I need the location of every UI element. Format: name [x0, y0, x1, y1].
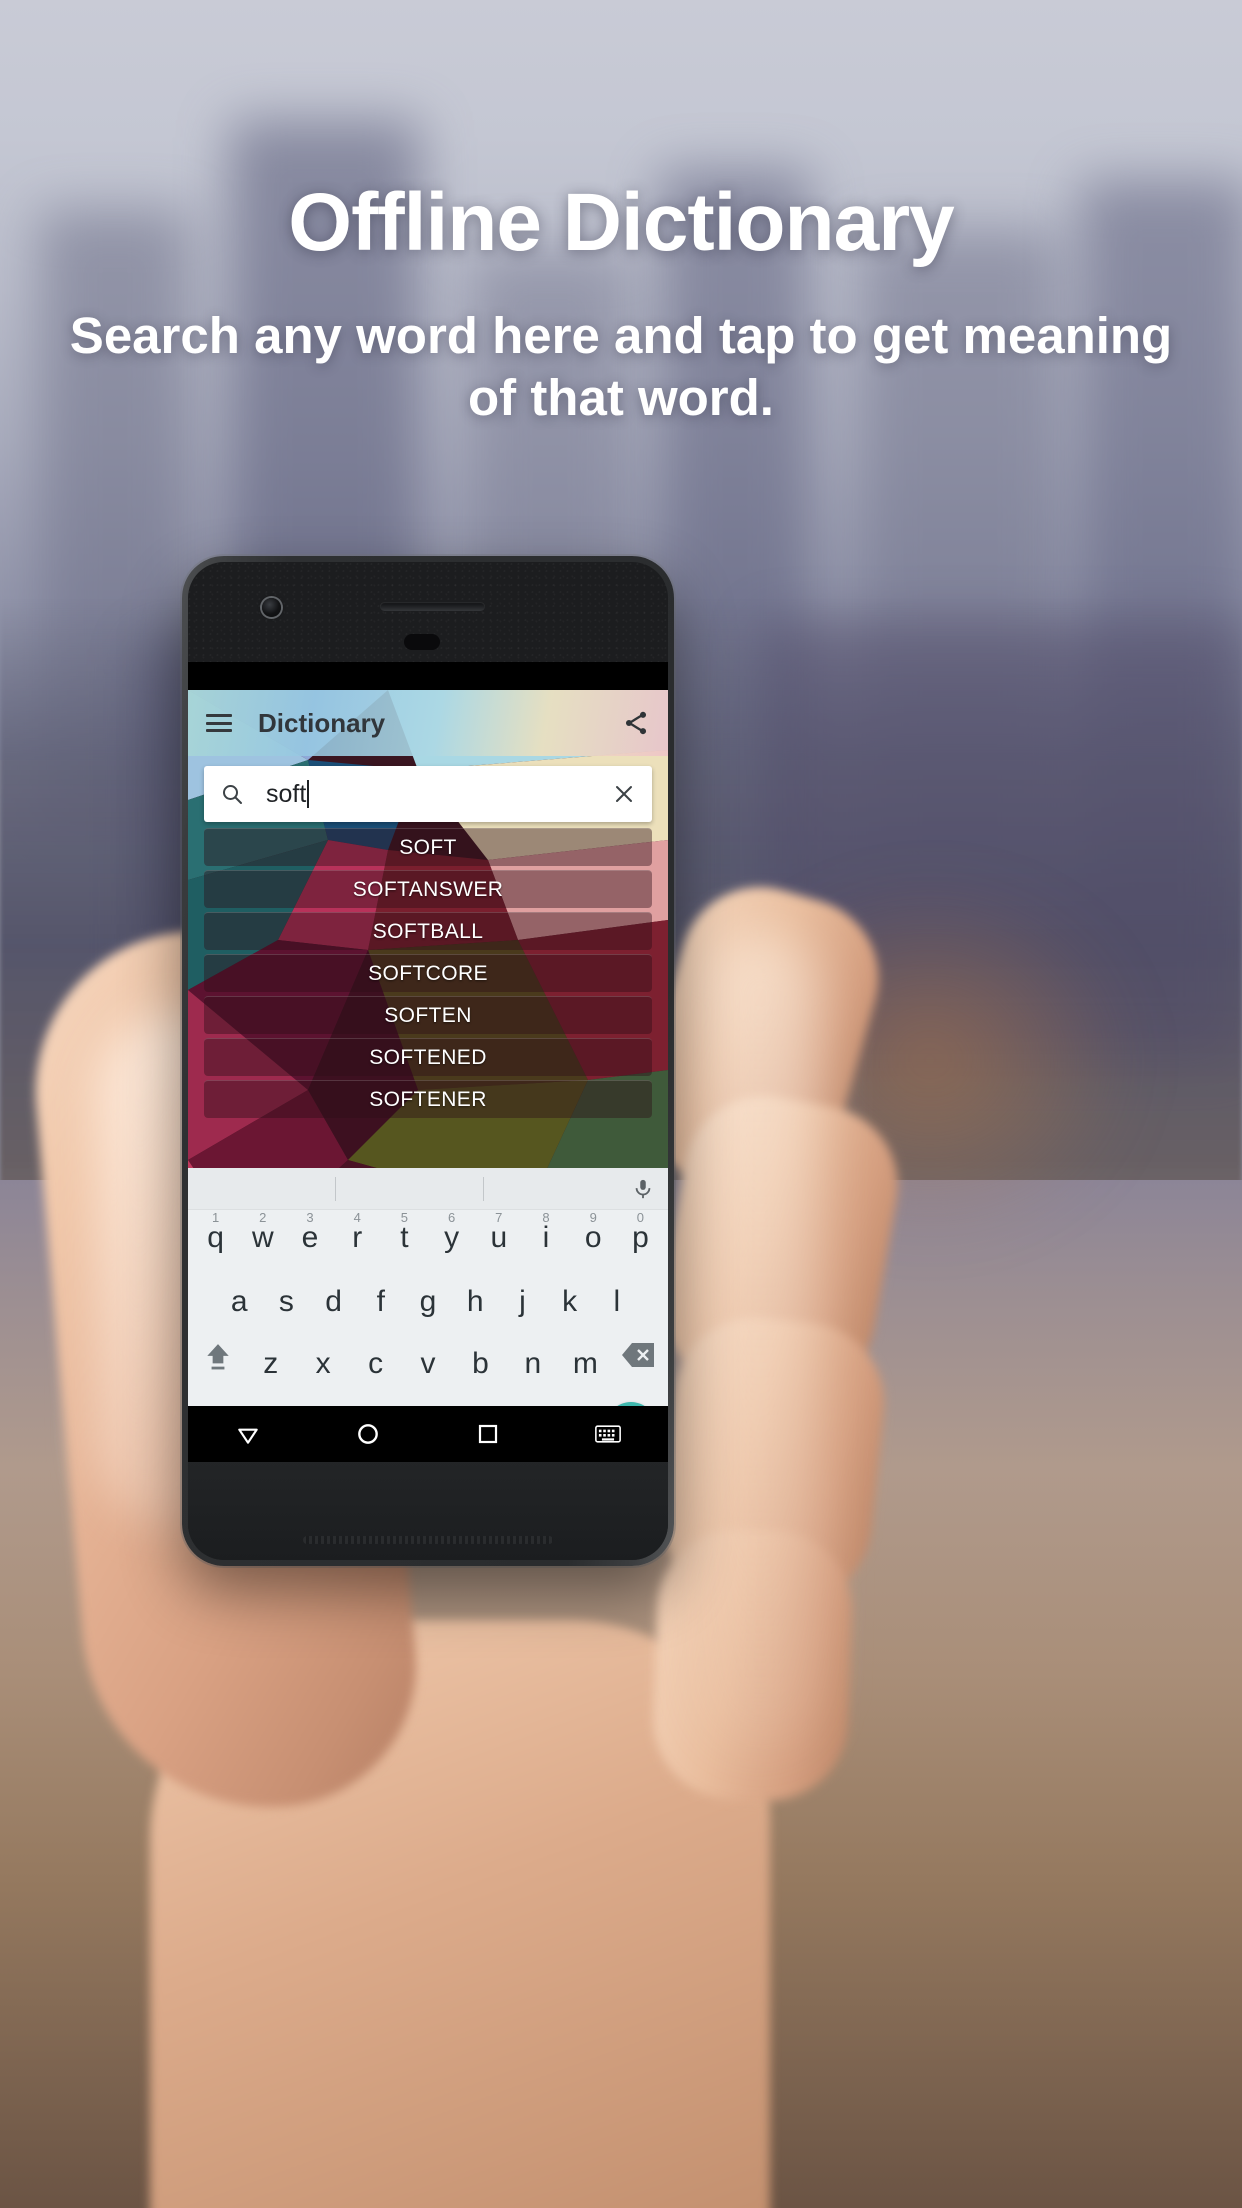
- keyboard-row-1: 1q 2w 3e 4r 5t 6y 7u 8i 9o 0p: [188, 1210, 668, 1272]
- home-glyph-icon: [358, 1424, 378, 1444]
- key-y[interactable]: 6y: [428, 1211, 475, 1260]
- key-l[interactable]: l: [593, 1280, 640, 1324]
- list-item[interactable]: SOFTCORE: [204, 954, 652, 992]
- key-u[interactable]: 7u: [475, 1211, 522, 1260]
- keyboard-icon[interactable]: [591, 1417, 625, 1451]
- phone-bottom-bezel: [188, 1460, 668, 1560]
- key-w[interactable]: 2w: [239, 1211, 286, 1260]
- phone-screen: Dictionary soft SOFT SOFTANSWER SOFTBALL…: [188, 662, 668, 1462]
- key-b[interactable]: b: [454, 1342, 506, 1386]
- list-item[interactable]: SOFT: [204, 828, 652, 866]
- list-item[interactable]: SOFTENED: [204, 1038, 652, 1076]
- bottom-speaker-grille: [303, 1536, 553, 1544]
- key-z[interactable]: z: [244, 1342, 296, 1386]
- proximity-sensor: [404, 634, 440, 650]
- search-container: soft: [188, 756, 668, 822]
- list-item[interactable]: SOFTBALL: [204, 912, 652, 950]
- key-c[interactable]: c: [349, 1342, 401, 1386]
- key-v[interactable]: v: [402, 1342, 454, 1386]
- keyboard-row-3: z x c v b n m: [188, 1334, 668, 1396]
- key-g[interactable]: g: [404, 1280, 451, 1324]
- suggestion-slot[interactable]: [336, 1168, 484, 1209]
- suggestion-slot[interactable]: [188, 1168, 336, 1209]
- front-camera-icon: [262, 598, 281, 617]
- app-bar: Dictionary: [188, 690, 668, 756]
- phone-device: Dictionary soft SOFT SOFTANSWER SOFTBALL…: [182, 556, 674, 1566]
- back-triangle-icon[interactable]: [231, 1417, 265, 1451]
- home-circle-icon[interactable]: [351, 1417, 385, 1451]
- list-item[interactable]: SOFTANSWER: [204, 870, 652, 908]
- text-cursor: [307, 780, 310, 808]
- dictionary-app: Dictionary soft SOFT SOFTANSWER SOFTBALL…: [188, 690, 668, 1462]
- backspace-icon[interactable]: [612, 1342, 664, 1368]
- keyboard-row-2: a s d f g h j k l: [188, 1272, 668, 1334]
- key-i[interactable]: 8i: [522, 1211, 569, 1260]
- key-e[interactable]: 3e: [286, 1211, 333, 1260]
- keyboard-suggestion-bar: [188, 1168, 668, 1210]
- key-j[interactable]: j: [499, 1280, 546, 1324]
- list-item[interactable]: SOFTENER: [204, 1080, 652, 1118]
- android-navigation-bar: [188, 1406, 668, 1462]
- hamburger-menu-icon[interactable]: [206, 714, 232, 732]
- key-k[interactable]: k: [546, 1280, 593, 1324]
- shift-icon[interactable]: [192, 1342, 244, 1372]
- key-n[interactable]: n: [507, 1342, 559, 1386]
- list-item[interactable]: SOFTEN: [204, 996, 652, 1034]
- search-results-list: SOFT SOFTANSWER SOFTBALL SOFTCORE SOFTEN…: [188, 822, 668, 1118]
- search-input[interactable]: soft: [204, 766, 652, 822]
- back-glyph-icon: [238, 1428, 258, 1444]
- search-input-value: soft: [266, 779, 307, 808]
- key-t[interactable]: 5t: [381, 1211, 428, 1260]
- key-r[interactable]: 4r: [334, 1211, 381, 1260]
- shift-arrow-icon: [207, 1344, 229, 1370]
- status-bar: [188, 662, 668, 690]
- page-title: Dictionary: [258, 707, 386, 738]
- key-m[interactable]: m: [559, 1342, 611, 1386]
- close-icon[interactable]: [612, 782, 636, 806]
- key-o[interactable]: 9o: [570, 1211, 617, 1260]
- earpiece-speaker: [380, 602, 485, 611]
- promo-headline: Offline Dictionary: [288, 177, 954, 268]
- keyboard-glyph-icon: [595, 1425, 621, 1443]
- key-a[interactable]: a: [216, 1280, 263, 1324]
- promo-subheadline: Search any word here and tap to get mean…: [69, 307, 1173, 427]
- share-icon[interactable]: [622, 709, 650, 737]
- key-d[interactable]: d: [310, 1280, 357, 1324]
- suggestion-slot[interactable]: [484, 1168, 632, 1209]
- key-h[interactable]: h: [452, 1280, 499, 1324]
- key-f[interactable]: f: [357, 1280, 404, 1324]
- key-q[interactable]: 1q: [192, 1211, 239, 1260]
- key-p[interactable]: 0p: [617, 1211, 664, 1260]
- promo-screenshot: Offline Dictionary Search any word here …: [0, 0, 1242, 2208]
- recents-glyph-icon: [478, 1424, 498, 1444]
- backspace-glyph-icon: [621, 1343, 654, 1367]
- recents-square-icon[interactable]: [471, 1417, 505, 1451]
- key-x[interactable]: x: [297, 1342, 349, 1386]
- search-icon: [223, 785, 242, 804]
- hand-highlight: [700, 930, 820, 1750]
- microphone-icon[interactable]: [632, 1178, 654, 1200]
- key-s[interactable]: s: [263, 1280, 310, 1324]
- phone-bezel: Dictionary soft SOFT SOFTANSWER SOFTBALL…: [188, 562, 668, 1560]
